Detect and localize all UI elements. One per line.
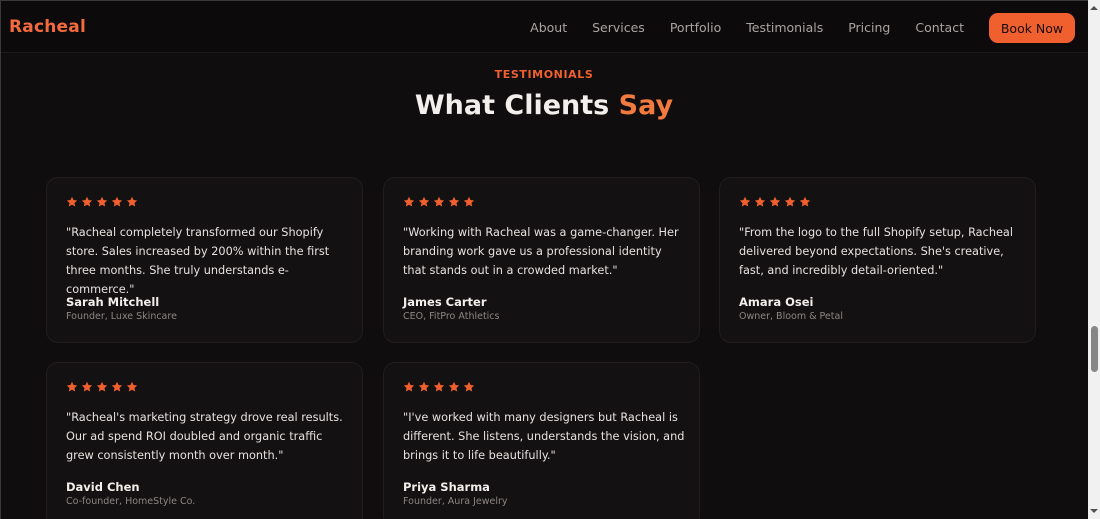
testimonial-quote: "I've worked with many designers but Rac…	[403, 411, 685, 462]
client-name: James Carter	[403, 295, 487, 309]
section-title-main: What Clients	[414, 90, 610, 121]
chevron-down-icon[interactable]	[1088, 505, 1100, 517]
testimonial-quote: "From the logo to the full Shopify setup…	[739, 226, 1013, 277]
star-icon	[403, 196, 415, 207]
star-icon	[81, 196, 93, 207]
client-name: Sarah Mitchell	[66, 295, 160, 309]
nav-link-pricing[interactable]: Pricing	[848, 20, 890, 35]
star-icon	[754, 196, 766, 207]
testimonial-card: "I've worked with many designers but Rac…	[383, 362, 700, 519]
client-role: Founder, Aura Jewelry	[403, 496, 508, 507]
nav-link-services[interactable]: Services	[592, 20, 645, 35]
client-name: David Chen	[66, 480, 140, 494]
star-icon	[784, 196, 796, 207]
rating-stars	[66, 381, 138, 393]
star-icon	[96, 381, 108, 392]
testimonial-card: "From the logo to the full Shopify setup…	[719, 177, 1036, 343]
star-icon	[81, 381, 93, 392]
book-now-button[interactable]: Book Now	[989, 13, 1075, 43]
star-icon	[111, 381, 123, 392]
rating-stars	[403, 381, 475, 393]
section-title-accent: Say	[618, 90, 674, 121]
star-icon	[463, 381, 475, 392]
star-icon	[418, 196, 430, 207]
testimonial-card: "Racheal completely transformed our Shop…	[46, 177, 363, 343]
rating-stars	[66, 196, 138, 208]
client-role: Owner, Bloom & Petal	[739, 311, 843, 322]
nav-link-contact[interactable]: Contact	[915, 20, 964, 35]
client-role: Founder, Luxe Skincare	[66, 311, 177, 322]
client-name: Amara Osei	[739, 295, 814, 309]
nav-link-testimonials[interactable]: Testimonials	[746, 20, 823, 35]
star-icon	[463, 196, 475, 207]
testimonial-quote: "Racheal completely transformed our Shop…	[66, 226, 330, 296]
star-icon	[111, 196, 123, 207]
testimonial-quote: "Racheal's marketing strategy drove real…	[66, 411, 343, 462]
star-icon	[433, 381, 445, 392]
star-icon	[66, 381, 78, 392]
chevron-up-icon[interactable]	[1088, 2, 1100, 14]
nav-link-portfolio[interactable]: Portfolio	[670, 20, 721, 35]
nav-links: About Services Portfolio Testimonials Pr…	[530, 20, 964, 35]
star-icon	[433, 196, 445, 207]
brand-logo[interactable]: Racheal	[9, 17, 86, 37]
star-icon	[403, 381, 415, 392]
star-icon	[96, 196, 108, 207]
section-eyebrow: TESTIMONIALS	[494, 68, 594, 81]
rating-stars	[739, 196, 811, 208]
star-icon	[799, 196, 811, 207]
star-icon	[769, 196, 781, 207]
client-role: Co-founder, HomeStyle Co.	[66, 496, 196, 507]
star-icon	[418, 381, 430, 392]
star-icon	[448, 381, 460, 392]
page-scrollbar[interactable]	[1088, 0, 1100, 519]
scrollbar-thumb[interactable]	[1091, 326, 1098, 372]
testimonial-card: "Working with Racheal was a game-changer…	[383, 177, 700, 343]
star-icon	[739, 196, 751, 207]
star-icon	[126, 196, 138, 207]
testimonial-card: "Racheal's marketing strategy drove real…	[46, 362, 363, 519]
star-icon	[66, 196, 78, 207]
testimonial-quote: "Working with Racheal was a game-changer…	[403, 226, 679, 277]
nav-link-about[interactable]: About	[530, 20, 567, 35]
star-icon	[448, 196, 460, 207]
section-title: What Clients Say	[0, 90, 1088, 121]
client-role: CEO, FitPro Athletics	[403, 311, 500, 322]
rating-stars	[403, 196, 475, 208]
star-icon	[126, 381, 138, 392]
client-name: Priya Sharma	[403, 480, 490, 494]
navbar: Racheal About Services Portfolio Testimo…	[1, 1, 1088, 53]
